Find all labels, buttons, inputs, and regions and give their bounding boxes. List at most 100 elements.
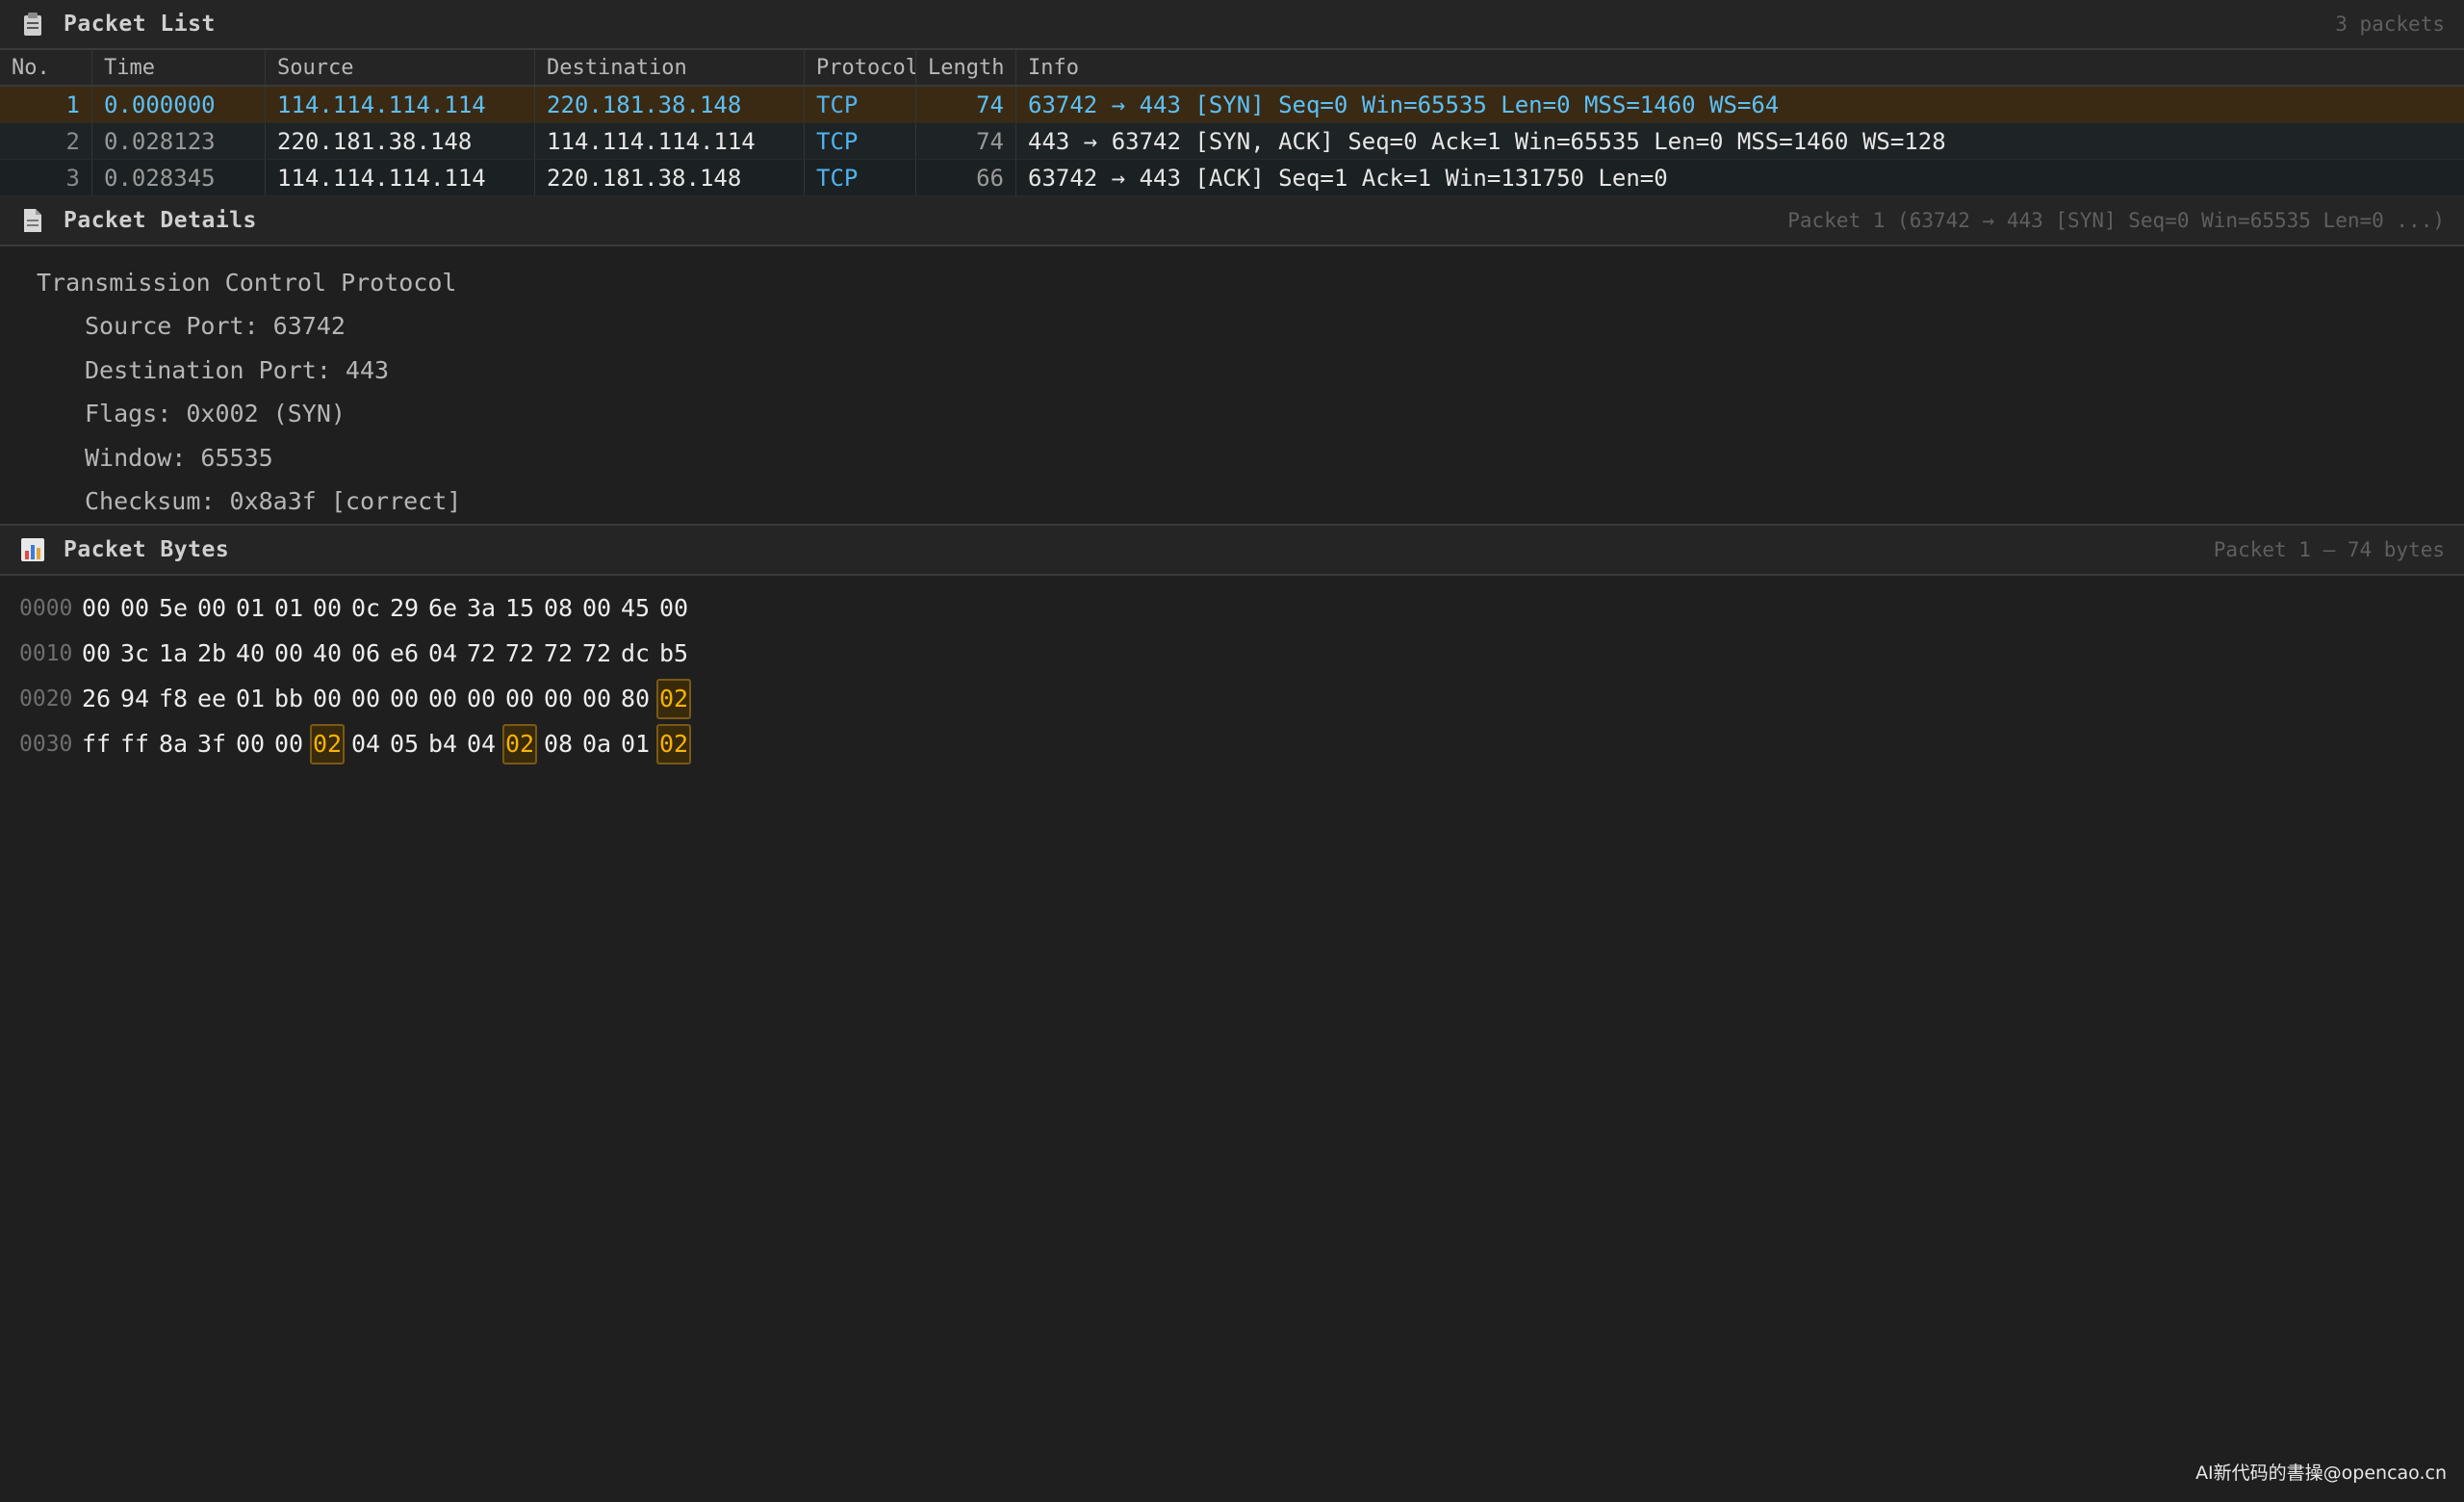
hex-byte[interactable]: f8 — [156, 679, 191, 719]
hex-byte[interactable]: bb — [271, 679, 306, 719]
hex-byte[interactable]: ff — [79, 724, 114, 764]
hex-byte[interactable]: 40 — [233, 634, 268, 674]
column-header-destination[interactable]: Destination — [535, 50, 805, 85]
hex-byte[interactable]: 00 — [271, 634, 306, 674]
hex-byte[interactable]: 72 — [579, 634, 614, 674]
hex-byte[interactable]: 3f — [194, 724, 229, 764]
hex-byte[interactable]: 00 — [310, 588, 345, 629]
hex-byte[interactable]: 0c — [348, 588, 383, 629]
column-header-length[interactable]: Length — [916, 50, 1016, 85]
column-header-no[interactable]: No. — [0, 50, 92, 85]
hex-byte[interactable]: 01 — [618, 724, 653, 764]
hex-byte[interactable]: 01 — [233, 679, 268, 719]
hex-byte[interactable]: 00 — [387, 679, 422, 719]
hex-byte[interactable]: 00 — [233, 724, 268, 764]
hex-byte[interactable]: b4 — [425, 724, 460, 764]
hex-byte-highlighted[interactable]: 02 — [656, 723, 691, 764]
hex-byte[interactable]: 00 — [310, 679, 345, 719]
hex-byte[interactable]: 00 — [464, 679, 499, 719]
column-header-protocol[interactable]: Protocol — [805, 50, 916, 85]
hex-offset: 0020 — [19, 686, 73, 712]
hex-byte-highlighted[interactable]: 02 — [656, 678, 691, 719]
hex-byte[interactable]: 04 — [348, 724, 383, 764]
hex-byte[interactable]: 00 — [194, 588, 229, 629]
tree-field[interactable]: Window: 65535 — [0, 436, 2464, 480]
tree-field[interactable]: Destination Port: 443 — [0, 349, 2464, 393]
hex-byte[interactable]: 00 — [271, 724, 306, 764]
hex-byte[interactable]: 0a — [579, 724, 614, 764]
hex-byte[interactable]: ee — [194, 679, 229, 719]
hex-byte[interactable]: 15 — [502, 588, 537, 629]
column-header-info[interactable]: Info — [1016, 50, 2464, 85]
hex-byte[interactable]: 05 — [387, 724, 422, 764]
hex-byte-highlighted[interactable]: 02 — [310, 723, 345, 764]
hex-byte[interactable]: 45 — [618, 588, 653, 629]
hex-row: 0010 00 3c 1a 2b 40 00 40 06 e6 04 72 72 72 72 dc b5 — [0, 631, 2464, 676]
hex-byte[interactable]: dc — [618, 634, 653, 674]
cell-source: 114.114.114.114 — [266, 87, 535, 122]
hex-byte[interactable]: 3c — [117, 634, 152, 674]
hex-byte[interactable]: 5e — [156, 588, 191, 629]
hex-byte[interactable]: 00 — [79, 588, 114, 629]
column-header-time[interactable]: Time — [92, 50, 266, 85]
hex-byte[interactable]: 6e — [425, 588, 460, 629]
hex-byte[interactable]: 26 — [79, 679, 114, 719]
hex-byte[interactable]: 2b — [194, 634, 229, 674]
cell-protocol: TCP — [805, 87, 916, 122]
hex-byte[interactable]: 00 — [502, 679, 537, 719]
hex-byte[interactable]: 00 — [541, 679, 576, 719]
hex-byte[interactable]: 00 — [579, 679, 614, 719]
tree-field[interactable]: Flags: 0x002 (SYN) — [0, 392, 2464, 436]
cell-length: 74 — [916, 123, 1016, 159]
hex-byte[interactable]: 01 — [271, 588, 306, 629]
hex-byte[interactable]: 80 — [618, 679, 653, 719]
hex-byte[interactable]: 08 — [541, 588, 576, 629]
hex-byte[interactable]: 00 — [425, 679, 460, 719]
hex-dump: 0000 00 00 5e 00 01 01 00 0c 29 6e 3a 15 08 00 45 00 0010… — [0, 576, 2464, 766]
hex-byte[interactable]: 1a — [156, 634, 191, 674]
hex-byte[interactable]: 00 — [348, 679, 383, 719]
hex-byte[interactable]: 04 — [464, 724, 499, 764]
hex-bytes: ff ff 8a 3f 00 00 02 04 05 b4 04 02 08 0a 01 02 — [79, 723, 695, 764]
clipboard-icon — [19, 11, 46, 38]
tree-node-tcp[interactable]: Transmission Control Protocol — [0, 260, 2464, 304]
table-row[interactable]: 1 0.000000 114.114.114.114 220.181.38.14… — [0, 87, 2464, 123]
hex-byte[interactable]: 00 — [656, 588, 691, 629]
hex-byte[interactable]: 72 — [464, 634, 499, 674]
hex-byte[interactable]: 01 — [233, 588, 268, 629]
table-row[interactable]: 2 0.028123 220.181.38.148 114.114.114.11… — [0, 123, 2464, 160]
packet-list-columns: No. Time Source Destination Protocol Len… — [0, 50, 2464, 87]
tree-field[interactable]: Source Port: 63742 — [0, 304, 2464, 349]
hex-byte[interactable]: 29 — [387, 588, 422, 629]
document-icon — [19, 207, 46, 234]
hex-byte[interactable]: 00 — [117, 588, 152, 629]
packet-details-title: Packet Details — [64, 208, 257, 233]
hex-byte[interactable]: ff — [117, 724, 152, 764]
hex-byte-highlighted[interactable]: 02 — [502, 723, 537, 764]
table-row[interactable]: 3 0.028345 114.114.114.114 220.181.38.14… — [0, 160, 2464, 196]
hex-row: 0000 00 00 5e 00 01 01 00 0c 29 6e 3a 15 08 00 45 00 — [0, 585, 2464, 631]
packet-details-header: Packet Details Packet 1 (63742 → 443 [SY… — [0, 196, 2464, 246]
cell-protocol: TCP — [805, 123, 916, 159]
cell-length: 66 — [916, 160, 1016, 195]
hex-byte[interactable]: 00 — [579, 588, 614, 629]
hex-byte[interactable]: 06 — [348, 634, 383, 674]
hex-byte[interactable]: 40 — [310, 634, 345, 674]
hex-byte[interactable]: 94 — [117, 679, 152, 719]
hex-byte[interactable]: b5 — [656, 634, 691, 674]
hex-byte[interactable]: 08 — [541, 724, 576, 764]
hex-byte[interactable]: e6 — [387, 634, 422, 674]
hex-byte[interactable]: 00 — [79, 634, 114, 674]
hex-byte[interactable]: 3a — [464, 588, 499, 629]
column-header-source[interactable]: Source — [266, 50, 535, 85]
hex-offset: 0030 — [19, 731, 73, 757]
hex-byte[interactable]: 72 — [502, 634, 537, 674]
hex-byte[interactable]: 8a — [156, 724, 191, 764]
packet-list-title: Packet List — [64, 12, 216, 37]
hex-byte[interactable]: 04 — [425, 634, 460, 674]
hex-byte[interactable]: 72 — [541, 634, 576, 674]
tree-field[interactable]: Checksum: 0x8a3f [correct] — [0, 479, 2464, 524]
cell-info: 443 → 63742 [SYN, ACK] Seq=0 Ack=1 Win=6… — [1028, 127, 1946, 155]
cell-info: 63742 → 443 [SYN] Seq=0 Win=65535 Len=0 … — [1028, 91, 1780, 118]
cell-time: 0.028345 — [92, 160, 266, 195]
